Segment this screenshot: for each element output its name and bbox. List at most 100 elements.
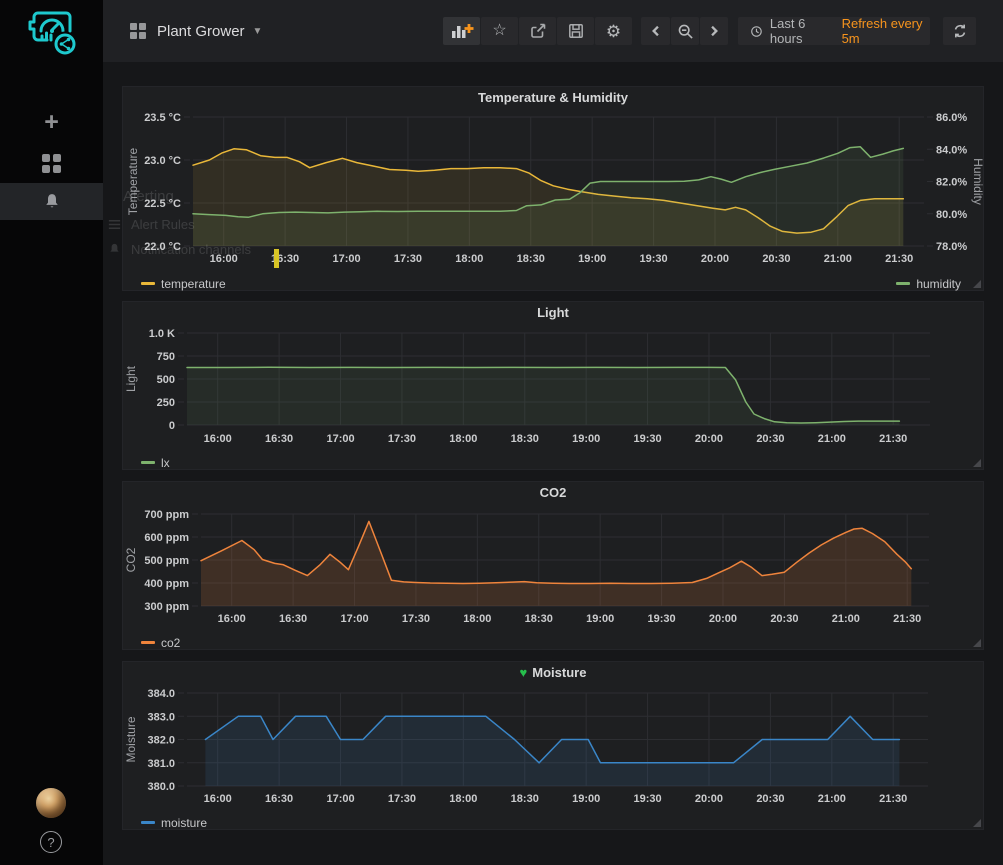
svg-text:300 ppm: 300 ppm [144, 601, 189, 613]
dashboard-area: Temperature & Humidity 23.5 °C23.0 °C22.… [103, 62, 1003, 865]
svg-text:17:00: 17:00 [326, 793, 354, 805]
refresh-button[interactable] [943, 17, 976, 45]
svg-text:1.0 K: 1.0 K [149, 328, 175, 340]
add-panel-button[interactable] [443, 17, 480, 45]
svg-text:750: 750 [157, 351, 175, 363]
svg-text:18:00: 18:00 [449, 793, 477, 805]
add-panel-icon [450, 22, 474, 40]
svg-text:Humidity: Humidity [971, 158, 985, 205]
refresh-interval-label: Refresh every 5m [842, 16, 930, 46]
svg-text:CO2: CO2 [124, 547, 138, 572]
svg-text:22.0 °C: 22.0 °C [144, 241, 181, 253]
chart-co2[interactable]: 700 ppm600 ppm500 ppm400 ppm300 ppm16:00… [123, 482, 985, 651]
svg-text:21:30: 21:30 [879, 793, 907, 805]
panel-temperature-humidity: Temperature & Humidity 23.5 °C23.0 °C22.… [122, 86, 984, 291]
svg-text:20:00: 20:00 [695, 793, 723, 805]
svg-text:20:30: 20:30 [756, 793, 784, 805]
svg-text:380.0: 380.0 [147, 781, 175, 793]
star-icon: ☆ [492, 23, 506, 39]
bell-icon [42, 192, 62, 212]
svg-text:16:30: 16:30 [265, 433, 293, 445]
svg-text:19:30: 19:30 [648, 613, 676, 625]
share-button[interactable] [519, 17, 556, 45]
svg-text:600 ppm: 600 ppm [144, 532, 189, 544]
panel-title-light[interactable]: Light [123, 305, 983, 320]
svg-text:17:30: 17:30 [388, 793, 416, 805]
time-range-picker[interactable]: Last 6 hours Refresh every 5m [738, 17, 930, 45]
legend-item-moisture[interactable]: moisture [141, 816, 207, 830]
panel-title-moisture[interactable]: ♥Moisture [123, 665, 983, 680]
svg-text:16:30: 16:30 [265, 793, 293, 805]
panel-title-temperature-humidity[interactable]: Temperature & Humidity [123, 90, 983, 105]
plus-icon: + [44, 110, 59, 135]
app-logo[interactable] [0, 4, 103, 60]
svg-text:21:30: 21:30 [879, 433, 907, 445]
svg-text:Temperature: Temperature [126, 147, 140, 215]
legend-co2: co2 [123, 631, 983, 650]
svg-text:84.0%: 84.0% [936, 144, 967, 156]
svg-text:21:00: 21:00 [832, 613, 860, 625]
dashboard-settings-button[interactable]: ⚙ [595, 17, 632, 45]
chart-light[interactable]: 1.0 K750500250016:0016:3017:0017:3018:00… [123, 302, 985, 471]
svg-text:18:00: 18:00 [463, 613, 491, 625]
sidebar-item-dashboards[interactable] [0, 144, 103, 182]
svg-text:21:00: 21:00 [824, 253, 852, 265]
panel-co2: CO2 700 ppm600 ppm500 ppm400 ppm300 ppm1… [122, 481, 984, 650]
svg-text:17:30: 17:30 [394, 253, 422, 265]
panel-resize-grip[interactable] [973, 459, 981, 467]
panel-resize-grip[interactable] [973, 819, 981, 827]
chart-moisture[interactable]: 384.0383.0382.0381.0380.016:0016:3017:00… [123, 662, 985, 831]
svg-text:21:30: 21:30 [885, 253, 913, 265]
legend-item-co2[interactable]: co2 [141, 636, 180, 650]
svg-text:18:30: 18:30 [525, 613, 553, 625]
chevron-right-icon [707, 24, 721, 38]
svg-text:78.0%: 78.0% [936, 241, 967, 253]
legend-item-humidity[interactable]: humidity [896, 277, 961, 291]
save-button[interactable] [557, 17, 594, 45]
plant-grower-logo-icon [21, 6, 83, 58]
dashboard-title: Plant Grower [157, 23, 245, 40]
svg-text:383.0: 383.0 [147, 711, 175, 723]
legend-moisture: moisture [123, 811, 983, 830]
legend-temperature-humidity: temperature humidity [123, 272, 983, 291]
svg-text:17:00: 17:00 [326, 433, 354, 445]
panel-title-co2[interactable]: CO2 [123, 485, 983, 500]
sidebar-item-add[interactable]: + [0, 103, 103, 141]
svg-text:20:00: 20:00 [701, 253, 729, 265]
dashboard-title-picker[interactable]: Plant Grower ▼ [130, 0, 262, 62]
svg-text:384.0: 384.0 [147, 688, 175, 700]
svg-text:21:30: 21:30 [893, 613, 921, 625]
svg-text:0: 0 [169, 420, 175, 432]
refresh-icon [952, 23, 968, 39]
chevron-left-icon [649, 24, 663, 38]
svg-text:20:00: 20:00 [709, 613, 737, 625]
panel-light: Light 1.0 K750500250016:0016:3017:0017:3… [122, 301, 984, 470]
user-avatar[interactable] [36, 788, 66, 818]
svg-text:17:30: 17:30 [402, 613, 430, 625]
svg-text:19:00: 19:00 [578, 253, 606, 265]
svg-text:18:30: 18:30 [517, 253, 545, 265]
svg-text:19:00: 19:00 [572, 433, 600, 445]
help-button[interactable]: ? [40, 831, 62, 853]
svg-text:21:00: 21:00 [818, 433, 846, 445]
svg-text:500: 500 [157, 374, 175, 386]
panel-resize-grip[interactable] [973, 280, 981, 288]
star-button[interactable]: ☆ [481, 17, 518, 45]
svg-text:19:30: 19:30 [634, 793, 662, 805]
legend-item-lx[interactable]: lx [141, 456, 170, 470]
sidebar-item-alerting[interactable] [0, 183, 103, 220]
svg-text:16:00: 16:00 [210, 253, 238, 265]
legend-item-temperature[interactable]: temperature [141, 277, 226, 291]
time-back-button[interactable] [641, 17, 670, 45]
svg-text:19:00: 19:00 [572, 793, 600, 805]
panel-resize-grip[interactable] [973, 639, 981, 647]
annotation-marker [274, 249, 279, 268]
svg-text:21:00: 21:00 [818, 793, 846, 805]
svg-text:23.5 °C: 23.5 °C [144, 112, 181, 124]
zoom-out-button[interactable] [671, 17, 699, 45]
chart-temperature-humidity[interactable]: 23.5 °C23.0 °C22.5 °C22.0 °C86.0%84.0%82… [123, 87, 985, 292]
svg-text:400 ppm: 400 ppm [144, 578, 189, 590]
svg-text:20:30: 20:30 [762, 253, 790, 265]
time-forward-button[interactable] [700, 17, 728, 45]
share-icon [529, 22, 547, 40]
